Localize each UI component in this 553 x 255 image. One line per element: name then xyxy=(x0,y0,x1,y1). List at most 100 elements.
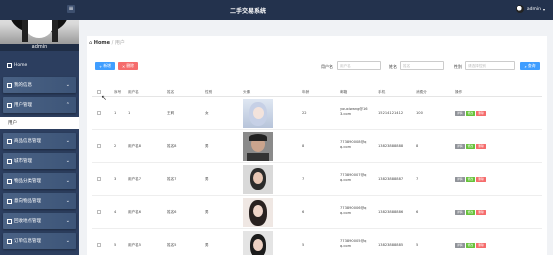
row-checkbox[interactable] xyxy=(97,177,101,181)
home-icon xyxy=(7,62,12,68)
table-row[interactable]: 4 用户名6 姓名6 男 6 773890006@qq.com 13823888886 6 详情… xyxy=(92,196,542,229)
sidebar-item-9[interactable]: 订单信息管理 ⌄ xyxy=(3,233,76,249)
table-row[interactable]: 5 用户名5 姓名5 男 5 773890005@qq.com 13823888885 5 详情… xyxy=(92,229,542,255)
menu-icon[interactable]: ≡ xyxy=(67,5,75,13)
sidebar-item-label: 城市管理 xyxy=(14,159,32,164)
edit-button[interactable]: 修改 xyxy=(465,177,476,182)
chevron-down-icon: ⌄ xyxy=(65,178,70,184)
grid-icon xyxy=(7,102,12,108)
sidebar-item-4[interactable]: 商品信息管理 ⌄ xyxy=(3,133,76,149)
cell-name: 姓名6 xyxy=(167,210,177,214)
sidebar-item-label: 用户 xyxy=(8,121,17,126)
cell-index: 3 xyxy=(114,177,117,181)
cell-phone: 13823888886 xyxy=(378,210,404,214)
chevron-down-icon: ⌄ xyxy=(65,218,70,224)
row-checkbox[interactable] xyxy=(97,144,101,148)
chevron-down-icon: ⌄ xyxy=(65,238,70,244)
header-actions: 操作 xyxy=(455,90,463,94)
view-button[interactable]: 详情 xyxy=(455,177,465,182)
cell-phone: 13823888888 xyxy=(378,144,404,148)
header-phone[interactable]: 手机 xyxy=(378,90,385,95)
edit-button[interactable]: 修改 xyxy=(465,210,476,215)
sidebar-username: admin xyxy=(31,44,48,50)
search-button[interactable]: ⌕ 查询 xyxy=(520,62,540,70)
header-email[interactable]: 邮箱 xyxy=(340,90,347,95)
header-score[interactable]: 消费分 xyxy=(416,90,427,95)
sidebar-item-6[interactable]: 物品分类管理 ⌄ xyxy=(3,173,76,189)
cell-username: 1 xyxy=(128,111,131,115)
cell-age: 22 xyxy=(302,111,307,115)
username-filter-input[interactable]: 用户名 xyxy=(337,61,381,70)
cell-index: 5 xyxy=(114,243,117,247)
grid-icon xyxy=(7,138,12,144)
sidebar-item-5[interactable]: 城市管理 ⌄ xyxy=(3,153,76,169)
name-filter-input[interactable]: 姓名 xyxy=(400,61,444,70)
row-delete-button[interactable]: 删除 xyxy=(476,210,486,215)
sidebar: admin Home 我的信息 ⌄ 用户管理 ⌃ 用户 商品信息管理 ⌄ 城市管理 ⌄ 物品分类管理… xyxy=(0,0,79,255)
user-table: 序号 用户名 姓名 性别 头像 年龄 邮箱 手机 消费分 操作 1 1 王莉 女 22 y… xyxy=(92,87,542,255)
row-delete-button[interactable]: 删除 xyxy=(476,243,486,248)
sidebar-item-0[interactable]: Home xyxy=(3,57,76,73)
cell-phone: 13823888885 xyxy=(378,243,404,247)
cell-gender: 男 xyxy=(205,177,209,181)
cell-name: 姓名8 xyxy=(167,144,177,148)
row-delete-button[interactable]: 删除 xyxy=(476,177,486,182)
header-username[interactable]: 用户名 xyxy=(128,90,139,95)
row-actions: 详情 修改 删除 xyxy=(455,177,486,182)
row-delete-button[interactable]: 删除 xyxy=(476,144,486,149)
delete-button[interactable]: ✕ 删除 xyxy=(118,62,138,70)
cell-avatar-photo xyxy=(243,231,273,255)
row-checkbox[interactable] xyxy=(97,243,101,247)
table-row[interactable]: 1 1 王莉 女 22 youxiwang@163.com 15214121412 100 详情… xyxy=(92,97,542,130)
cell-username: 用户名5 xyxy=(128,243,142,247)
cell-username: 用户名8 xyxy=(128,144,142,148)
cell-email: 773890008@qq.com xyxy=(340,140,367,149)
cell-age: 6 xyxy=(302,210,305,214)
row-checkbox[interactable] xyxy=(97,210,101,214)
row-delete-button[interactable]: 删除 xyxy=(476,111,486,116)
chevron-down-icon: ⌄ xyxy=(65,198,70,204)
view-button[interactable]: 详情 xyxy=(455,243,465,248)
sidebar-item-8[interactable]: 回收地点管理 ⌄ xyxy=(3,213,76,229)
row-actions: 详情 修改 删除 xyxy=(455,144,486,149)
edit-button[interactable]: 修改 xyxy=(465,144,476,149)
header-name[interactable]: 姓名 xyxy=(167,90,174,95)
cell-gender: 男 xyxy=(205,144,209,148)
table-row[interactable]: 2 用户名8 姓名8 男 8 773890008@qq.com 13823888888 8 详情… xyxy=(92,130,542,163)
table-header: 序号 用户名 姓名 性别 头像 年龄 邮箱 手机 消费分 操作 xyxy=(92,87,542,97)
view-button[interactable]: 详情 xyxy=(455,210,465,215)
sidebar-item-label: Home xyxy=(14,62,28,68)
header-gender[interactable]: 性别 xyxy=(205,90,212,95)
cell-age: 5 xyxy=(302,243,305,247)
row-checkbox[interactable] xyxy=(97,111,101,115)
name-filter-label: 姓名 xyxy=(389,64,397,69)
view-button[interactable]: 详情 xyxy=(455,144,465,149)
view-button[interactable]: 详情 xyxy=(455,111,465,116)
sidebar-item-1[interactable]: 我的信息 ⌄ xyxy=(3,77,76,93)
chevron-down-icon: ▾ xyxy=(542,6,545,12)
gender-filter-label: 性别 xyxy=(454,64,462,69)
cell-name: 姓名7 xyxy=(167,177,177,181)
sidebar-item-label: 物品分类管理 xyxy=(14,179,41,184)
cell-index: 4 xyxy=(114,210,117,214)
row-actions: 详情 修改 删除 xyxy=(455,111,486,116)
edit-button[interactable]: 修改 xyxy=(465,243,476,248)
sidebar-item-2[interactable]: 用户管理 ⌃ xyxy=(3,97,76,113)
cell-age: 8 xyxy=(302,144,305,148)
edit-button[interactable]: 修改 xyxy=(465,111,476,116)
cell-age: 7 xyxy=(302,177,305,181)
sidebar-item-7[interactable]: 意向物品管理 ⌄ xyxy=(3,193,76,209)
cell-email: 773890006@qq.com xyxy=(340,206,367,215)
breadcrumb-home[interactable]: Home xyxy=(94,40,110,46)
row-actions: 详情 修改 删除 xyxy=(455,243,486,248)
admin-avatar xyxy=(515,5,524,13)
home-icon: ⌂ xyxy=(89,40,93,46)
gender-filter-select[interactable]: 请选择性别 xyxy=(465,61,515,70)
table-row[interactable]: 3 用户名7 姓名7 男 7 773890007@qq.com 13823888887 7 详情… xyxy=(92,163,542,196)
add-button[interactable]: + 新增 xyxy=(95,62,115,70)
admin-menu[interactable]: admin ▾ xyxy=(515,5,545,13)
header-age[interactable]: 年龄 xyxy=(302,90,309,95)
username-filter-label: 用户名 xyxy=(321,64,333,69)
header-avatar[interactable]: 头像 xyxy=(243,90,250,95)
sidebar-item-3[interactable]: 用户 xyxy=(0,117,79,129)
